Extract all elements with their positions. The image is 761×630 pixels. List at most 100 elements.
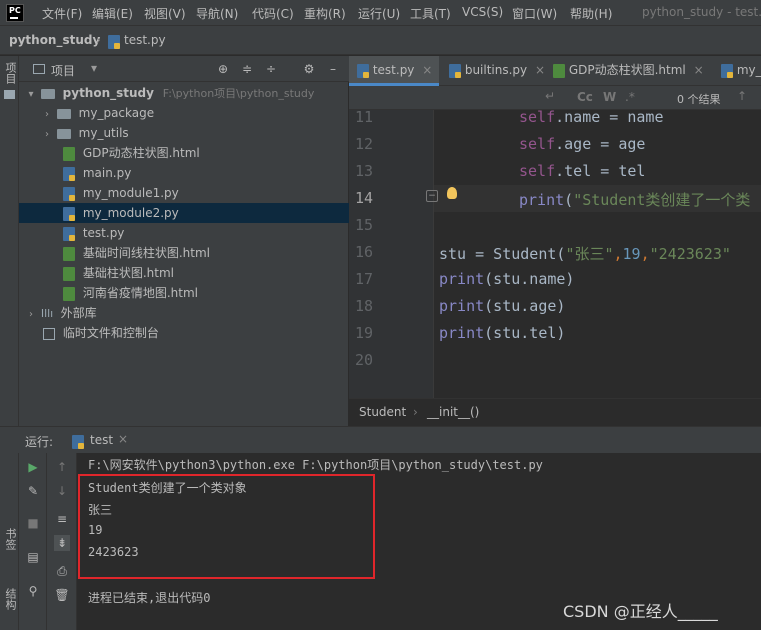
arrow-down-icon[interactable]: ↓ bbox=[54, 483, 70, 499]
line-number: 11 bbox=[354, 108, 373, 126]
print-icon[interactable]: ⎙ bbox=[54, 563, 70, 579]
tree-item-label: 基础时间线柱状图.html bbox=[82, 246, 210, 260]
panel-icon bbox=[33, 64, 45, 74]
stop-icon[interactable]: ■ bbox=[25, 515, 41, 531]
close-icon[interactable]: × bbox=[694, 63, 704, 77]
code-line-12[interactable]: self.age = age bbox=[519, 135, 645, 153]
code-line-14[interactable]: print("Student类创建了一个类 bbox=[519, 189, 761, 210]
library-icon: Illı bbox=[40, 307, 54, 320]
layout-icon[interactable]: ▤ bbox=[25, 549, 41, 565]
chevron-right-icon: › bbox=[45, 129, 49, 140]
regex-replace-icon[interactable]: ↵ bbox=[545, 89, 555, 103]
menu-help[interactable]: 帮助(H) bbox=[570, 5, 612, 22]
tab-builtins-py[interactable]: builtins.py × bbox=[441, 56, 545, 86]
breadcrumb-project[interactable]: python_study bbox=[9, 33, 100, 47]
close-icon[interactable]: × bbox=[535, 63, 545, 77]
bookmarks-tool-label[interactable]: 书签 bbox=[2, 528, 18, 550]
code-line-16[interactable]: stu = Student("张三",19,"2423623" bbox=[439, 243, 761, 264]
tree-item-my-module1[interactable]: my_module1.py bbox=[19, 183, 349, 203]
tab-label: test.py bbox=[372, 63, 415, 77]
regex-icon[interactable]: .* bbox=[625, 90, 635, 104]
python-file-icon bbox=[63, 206, 75, 221]
tree-item-my-module2[interactable]: my_module2.py bbox=[19, 203, 349, 223]
code-line-17[interactable]: print(stu.name) bbox=[439, 270, 574, 288]
menu-vcs[interactable]: VCS(S) bbox=[462, 5, 503, 19]
menu-navigate[interactable]: 导航(N) bbox=[196, 5, 238, 22]
python-icon bbox=[72, 434, 84, 449]
arrow-up-icon[interactable]: ↑ bbox=[54, 459, 70, 475]
fold-icon[interactable]: − bbox=[426, 190, 438, 202]
console-command: F:\网安软件\python3\python.exe F:\python项目\p… bbox=[88, 458, 543, 472]
breadcrumb-method[interactable]: __init__() bbox=[427, 405, 479, 419]
menu-run[interactable]: 运行(U) bbox=[358, 5, 400, 22]
tree-item-timeline-html[interactable]: 基础时间线柱状图.html bbox=[19, 243, 349, 263]
code-line-11[interactable]: self.name = name bbox=[519, 108, 664, 126]
tree-item-label: my_utils bbox=[78, 126, 129, 140]
tree-item-my-utils[interactable]: › my_utils bbox=[19, 123, 349, 143]
close-icon[interactable]: × bbox=[118, 432, 128, 446]
pin-icon[interactable]: ⚲ bbox=[25, 583, 41, 599]
menu-window[interactable]: 窗口(W) bbox=[512, 5, 557, 22]
code-line-13[interactable]: self.tel = tel bbox=[519, 162, 645, 180]
dropdown-icon[interactable]: ▾ bbox=[91, 61, 97, 75]
tree-item-label: 河南省疫情地图.html bbox=[82, 286, 198, 300]
chevron-right-icon: › bbox=[413, 405, 418, 419]
menu-view[interactable]: 视图(V) bbox=[144, 5, 186, 22]
highlight-box bbox=[78, 474, 375, 579]
soft-wrap-icon[interactable]: ≡ bbox=[54, 511, 70, 527]
tree-item-scratches[interactable]: 临时文件和控制台 bbox=[19, 323, 349, 343]
tab-test-py[interactable]: test.py × bbox=[349, 56, 439, 86]
tree-item-label: 外部库 bbox=[60, 306, 97, 320]
menu-file[interactable]: 文件(F) bbox=[42, 5, 82, 22]
tree-item-map-html[interactable]: 河南省疫情地图.html bbox=[19, 283, 349, 303]
watermark: CSDN @正经人_____ bbox=[563, 602, 718, 621]
lightbulb-icon[interactable] bbox=[447, 187, 457, 199]
tree-item-my-package[interactable]: › my_package bbox=[19, 103, 349, 123]
menu-refactor[interactable]: 重构(R) bbox=[304, 5, 346, 22]
locate-icon[interactable]: ⊕ bbox=[215, 61, 231, 77]
folder-icon bbox=[56, 108, 71, 119]
gear-icon[interactable]: ⚙ bbox=[301, 61, 317, 77]
run-tab-test[interactable]: test bbox=[90, 433, 113, 447]
project-tool-label[interactable]: 项目 bbox=[2, 62, 18, 84]
menu-edit[interactable]: 编辑(E) bbox=[92, 5, 133, 22]
tree-root[interactable]: ▾ python_study F:\python项目\python_study bbox=[19, 83, 349, 103]
words-toggle[interactable]: W bbox=[603, 90, 616, 104]
tab-label: my_m bbox=[736, 63, 761, 77]
structure-tool-label[interactable]: 结构 bbox=[2, 588, 18, 610]
left-tool-strip: 项目 书签 结构 bbox=[0, 56, 19, 630]
code-line-19[interactable]: print(stu.tel) bbox=[439, 324, 565, 342]
editor-tab-bar: test.py × builtins.py × GDP动态柱状图.html × … bbox=[349, 56, 761, 86]
code-line-18[interactable]: print(stu.age) bbox=[439, 297, 565, 315]
match-case-toggle[interactable]: Cc bbox=[577, 90, 593, 104]
scroll-to-end-icon[interactable]: ⇟ bbox=[54, 535, 70, 551]
line-number: 18 bbox=[354, 297, 373, 315]
trash-icon[interactable]: 🗑 bbox=[54, 587, 70, 603]
chevron-right-icon: › bbox=[45, 109, 49, 120]
breadcrumb-file[interactable]: test.py bbox=[124, 33, 166, 47]
tree-item-gdp-html[interactable]: GDP动态柱状图.html bbox=[19, 143, 349, 163]
tab-gdp-html[interactable]: GDP动态柱状图.html × bbox=[545, 56, 713, 86]
collapse-all-icon[interactable]: ÷ bbox=[263, 61, 279, 77]
python-file-icon bbox=[108, 34, 120, 49]
tree-item-bar-html[interactable]: 基础柱状图.html bbox=[19, 263, 349, 283]
expand-all-icon[interactable]: ≑ bbox=[239, 61, 255, 77]
tree-item-external-libs[interactable]: › Illı 外部库 bbox=[19, 303, 349, 323]
arrow-up-icon[interactable]: ↑ bbox=[737, 89, 747, 103]
close-icon[interactable]: × bbox=[422, 63, 432, 77]
chevron-down-icon: ▾ bbox=[28, 89, 34, 100]
minimize-icon[interactable]: – bbox=[325, 61, 341, 77]
tree-item-test-py[interactable]: test.py bbox=[19, 223, 349, 243]
rerun-icon[interactable]: ▶ bbox=[25, 459, 41, 475]
breadcrumb-class[interactable]: Student bbox=[359, 405, 406, 419]
tree-item-label: my_package bbox=[78, 106, 155, 120]
project-panel-header: 项目 ▾ ⊕ ≑ ÷ ⚙ – bbox=[19, 56, 349, 82]
tab-my-module[interactable]: my_m bbox=[713, 56, 761, 86]
menu-code[interactable]: 代码(C) bbox=[252, 5, 294, 22]
code-breadcrumb: Student › __init__() bbox=[349, 398, 761, 426]
tree-item-main-py[interactable]: main.py bbox=[19, 163, 349, 183]
wrench-icon[interactable]: ✎ bbox=[25, 483, 41, 499]
menu-tools[interactable]: 工具(T) bbox=[410, 5, 451, 22]
run-toolbar-left: ▶ ✎ ■ ▤ ⚲ bbox=[19, 453, 47, 630]
project-panel-title[interactable]: 项目 bbox=[51, 62, 75, 79]
